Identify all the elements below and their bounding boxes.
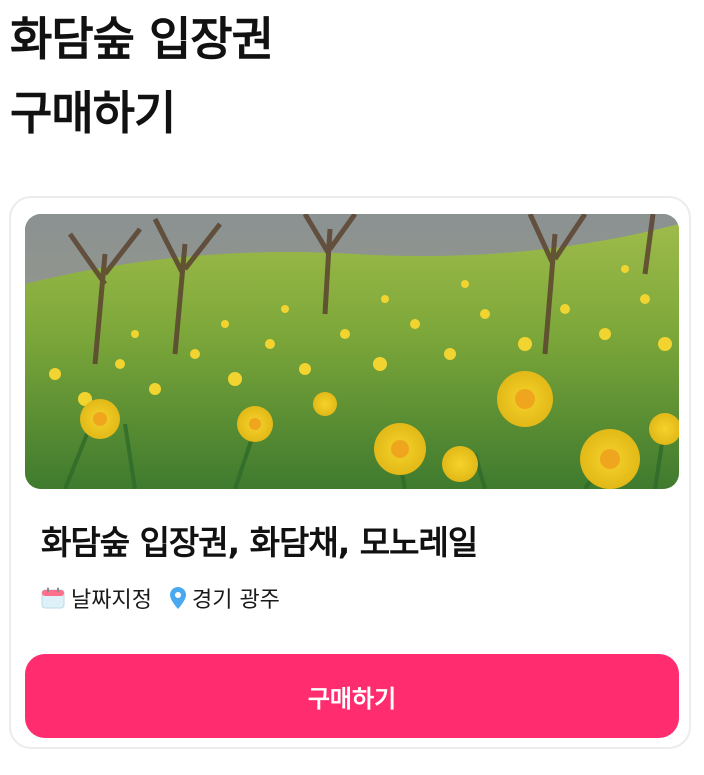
product-image <box>25 214 679 489</box>
buy-button[interactable]: 구매하기 <box>25 654 679 738</box>
product-card[interactable]: 화담숲 입장권, 화담채, 모노레일 날짜지정 경기 광주 구매하기 <box>9 196 691 749</box>
calendar-icon <box>41 587 65 609</box>
product-title: 화담숲 입장권, 화담채, 모노레일 <box>41 523 478 562</box>
date-label: 날짜지정 <box>71 588 152 613</box>
location-pin-icon <box>169 587 186 609</box>
date-info: 날짜지정 <box>41 582 152 614</box>
daffodil-field-illustration <box>25 214 679 489</box>
location-info: 경기 광주 <box>169 582 280 614</box>
location-label: 경기 광주 <box>191 588 280 613</box>
product-meta: 날짜지정 경기 광주 <box>41 582 280 614</box>
page-title: 화담숲 입장권 구매하기 <box>10 12 274 140</box>
